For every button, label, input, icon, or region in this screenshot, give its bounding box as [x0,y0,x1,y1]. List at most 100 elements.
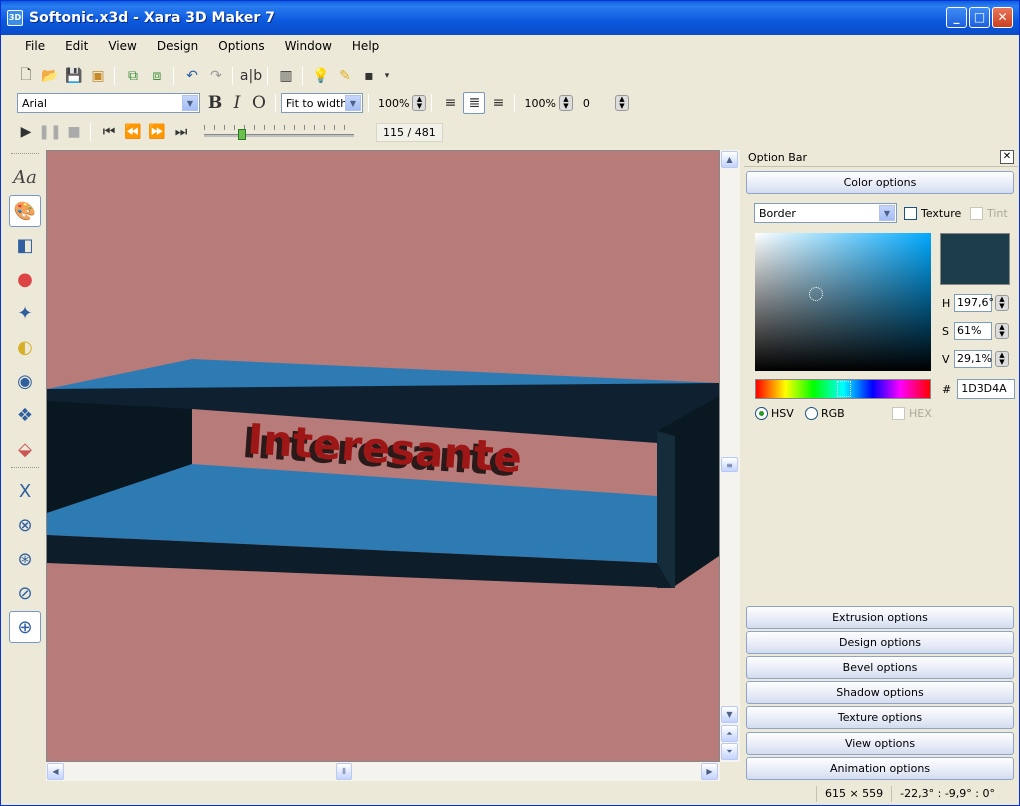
last-frame-icon[interactable]: ⏭ [170,121,192,143]
save-icon[interactable]: 💾 [63,65,85,87]
texture-icon[interactable]: ❖ [9,399,41,431]
export-icon[interactable]: ▣ [87,65,109,87]
stop-icon[interactable]: ■ [63,121,85,143]
extrusion-icon[interactable]: ◧ [9,229,41,261]
menu-design[interactable]: Design [147,39,208,53]
spin-arrows-icon[interactable]: ▲ ▼ [995,295,1009,311]
import-design-icon[interactable]: ⧉ [122,65,144,87]
scroll-up-icon[interactable]: ▲ [721,151,738,168]
maximize-button[interactable]: □ [969,7,990,28]
menu-help[interactable]: Help [342,39,389,53]
chevron-down-icon[interactable]: ▼ [345,95,361,111]
picker-cursor[interactable] [809,287,823,301]
hue-field[interactable]: 197,6° [954,294,994,312]
italic-button[interactable]: I [226,92,248,114]
menu-window[interactable]: Window [275,39,342,53]
saturation-value-picker[interactable] [755,233,931,371]
outline-button[interactable]: O [248,92,270,114]
letter-spacing-spinner[interactable]: 0 ▲ ▼ [579,93,629,113]
tint-checkbox[interactable] [970,207,983,220]
title-bar[interactable]: 3D Softonic.x3d - Xara 3D Maker 7 _ □ ✕ [1,1,1019,35]
align-center-icon[interactable]: ≣ [463,92,486,114]
hex-checkbox[interactable] [892,407,905,420]
saturation-field[interactable]: 61% [954,322,992,340]
spin-arrows-icon[interactable]: ▲ ▼ [412,95,427,111]
animation-icon-2[interactable]: ⊗ [9,509,41,541]
bevel-icon[interactable]: ● [9,263,41,295]
color-options-icon[interactable]: 🎨 [9,195,41,227]
design-icon[interactable]: ✦ [9,297,41,329]
export-design-icon[interactable]: ⧈ [146,65,168,87]
menu-view[interactable]: View [98,39,146,53]
page-down-icon[interactable]: ⏷ [721,743,738,760]
pause-icon[interactable]: ❚❚ [38,121,61,143]
spin-arrows-icon[interactable]: ▲ ▼ [995,351,1009,367]
scroll-thumb-horizontal[interactable]: ⦀ [336,763,352,780]
preview-icon[interactable]: ▪ [358,65,380,87]
align-left-icon[interactable]: ≡ [439,92,461,114]
design-options-button[interactable]: Design options [746,631,1014,654]
chevron-down-icon[interactable]: ▼ [879,205,895,221]
minimize-button[interactable]: _ [946,7,967,28]
hex-field[interactable]: 1D3D4A [957,379,1016,399]
texture-options-button[interactable]: Texture options [746,706,1014,729]
spin-arrows-icon[interactable]: ▲ ▼ [614,95,629,111]
chevron-down-icon[interactable]: ▾ [382,65,392,87]
menu-edit[interactable]: Edit [55,39,98,53]
rgb-radio[interactable] [805,407,818,420]
menu-file[interactable]: File [15,39,55,53]
redo-icon[interactable]: ↷ [205,65,227,87]
animation-icon-1[interactable]: X [9,475,41,507]
text-options-icon[interactable]: Aa [9,161,41,193]
value-field[interactable]: 29,1% [954,350,992,368]
view-options-button[interactable]: View options [746,732,1014,755]
vertical-scrollbar[interactable]: ▲ ≡ ▼ ⏶ ⏷ [720,150,740,762]
font-select[interactable]: Arial ▼ [17,93,200,113]
view-icon[interactable]: ◉ [9,365,41,397]
bold-button[interactable]: B [204,92,226,114]
hue-cursor[interactable] [837,381,851,397]
line-spacing-spinner[interactable]: 100% ▲ ▼ [520,93,573,113]
app-icon[interactable]: 3D [7,10,23,26]
shadow-options-button[interactable]: Shadow options [746,681,1014,704]
zoom-spinner[interactable]: 100% ▲ ▼ [374,93,427,113]
color-options-button[interactable]: Color options [746,171,1014,194]
open-folder-icon[interactable]: 📂 [39,65,61,87]
frame-slider[interactable] [204,122,354,142]
close-button[interactable]: ✕ [992,7,1013,28]
edit-text-icon[interactable]: a|b [240,65,262,87]
scroll-down-icon[interactable]: ▼ [721,706,738,723]
spin-arrows-icon[interactable]: ▲ ▼ [995,323,1009,339]
hsv-radio[interactable] [755,407,768,420]
scroll-thumb[interactable]: ≡ [721,457,738,472]
view-mode-select[interactable]: Fit to width ▼ [281,93,363,113]
animation-options-button[interactable]: Animation options [746,757,1014,780]
frame-slider-thumb[interactable] [238,129,246,140]
scroll-right-icon[interactable]: ▶ [701,763,718,780]
first-frame-icon[interactable]: ⏮ [98,121,120,143]
undo-icon[interactable]: ↶ [181,65,203,87]
horizontal-scrollbar[interactable]: ◀ ⦀ ▶ [46,762,720,781]
previous-frame-icon[interactable]: ⏪ [122,121,144,143]
lighting-icon[interactable]: ◐ [9,331,41,363]
page-up-icon[interactable]: ⏶ [721,725,738,742]
animation-icon-4[interactable]: ⊘ [9,577,41,609]
design-canvas[interactable]: Interesante Interesante [46,150,720,762]
extrusion-options-button[interactable]: Extrusion options [746,606,1014,629]
next-frame-icon[interactable]: ⏩ [146,121,168,143]
close-icon[interactable]: ✕ [1000,150,1014,164]
bevel-options-button[interactable]: Bevel options [746,656,1014,679]
shadow-icon[interactable]: ⬙ [9,433,41,465]
scroll-left-icon[interactable]: ◀ [47,763,64,780]
align-right-icon[interactable]: ≡ [487,92,509,114]
menu-options[interactable]: Options [208,39,274,53]
animation-frames-icon[interactable]: ▥ [275,65,297,87]
texture-checkbox[interactable] [904,207,917,220]
new-file-icon[interactable]: 🗋 [15,65,37,87]
chevron-down-icon[interactable]: ▼ [182,95,198,111]
lightbulb-icon[interactable]: 💡 [310,65,332,87]
spin-arrows-icon[interactable]: ▲ ▼ [558,95,573,111]
play-icon[interactable]: ▶ [15,121,37,143]
animation-icon-5[interactable]: ⊕ [9,611,41,643]
lights-icon[interactable]: ✎ [334,65,356,87]
